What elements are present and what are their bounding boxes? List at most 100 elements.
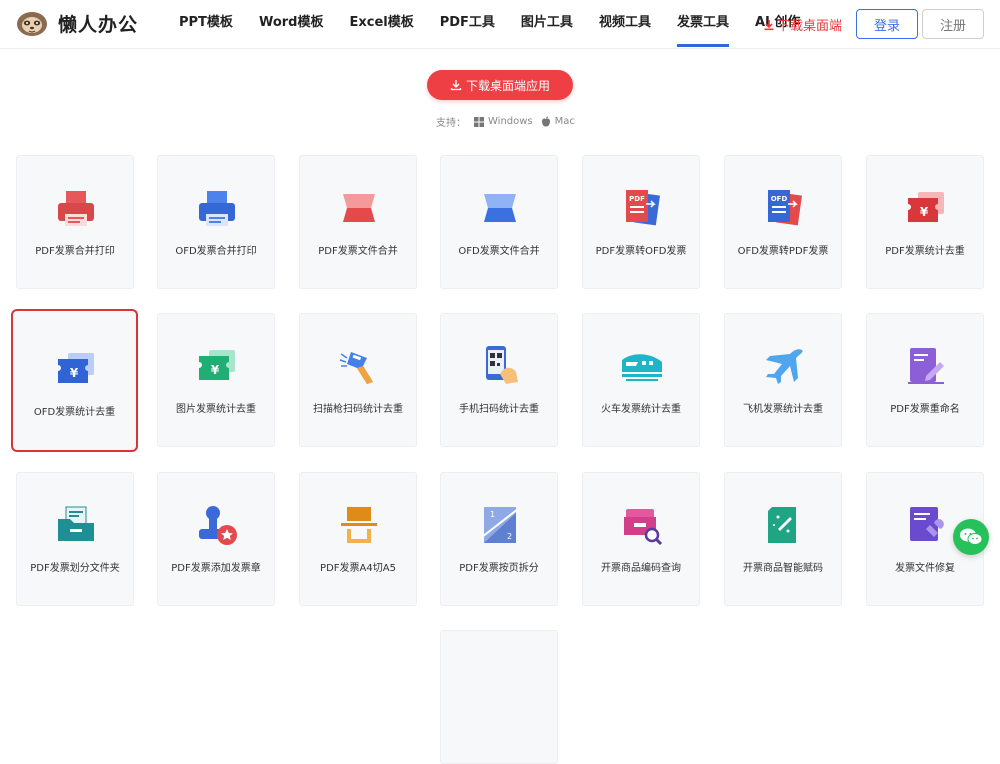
- nav-item-invoice-tools[interactable]: 发票工具: [664, 0, 742, 48]
- tool-label: OFD发票合并打印: [175, 246, 257, 257]
- a4-cut-a5-icon: [341, 507, 377, 543]
- svg-text:OFD: OFD: [771, 195, 788, 203]
- tool-label: PDF发票转OFD发票: [595, 246, 687, 257]
- download-app-button[interactable]: 下载桌面端应用: [427, 70, 573, 100]
- brand-logo[interactable]: 懒人办公: [14, 8, 138, 38]
- tool-card-pdf-to-ofd[interactable]: PDF PDF发票转OFD发票: [582, 155, 700, 289]
- tool-label: OFD发票转PDF发票: [737, 246, 829, 257]
- barcode-scanner-icon: [339, 352, 373, 384]
- tool-label: PDF发票重命名: [890, 404, 960, 415]
- folder-split-icon: [58, 506, 94, 541]
- tool-card-ofd-to-pdf[interactable]: OFD OFD发票转PDF发票: [724, 155, 842, 289]
- svg-text:¥: ¥: [211, 363, 220, 377]
- download-app-label: 下载桌面端应用: [465, 78, 550, 93]
- windows-icon: [474, 116, 484, 127]
- tool-label: 扫描枪扫码统计去重: [313, 404, 403, 415]
- download-desktop-link[interactable]: 下载桌面端: [763, 15, 842, 34]
- support-windows: Windows: [474, 116, 533, 127]
- green-invoice-dedupe-icon: ¥: [199, 350, 235, 380]
- apple-icon: [541, 116, 550, 127]
- rename-icon: [908, 348, 944, 384]
- tool-label: OFD发票统计去重: [33, 407, 116, 418]
- red-printer-icon: [58, 191, 94, 226]
- tool-card-page-split[interactable]: 1 2 PDF发票按页拆分: [440, 472, 558, 606]
- svg-text:¥: ¥: [70, 366, 79, 380]
- tool-label: PDF发票A4切A5: [320, 563, 396, 574]
- wechat-icon: [960, 528, 983, 545]
- tool-card-plane-dedupe[interactable]: 飞机发票统计去重: [724, 313, 842, 447]
- tool-label: 火车发票统计去重: [601, 404, 681, 415]
- blue-invoice-dedupe-icon: ¥: [58, 353, 94, 383]
- tool-label: PDF发票划分文件夹: [30, 563, 120, 574]
- top-header: 懒人办公 PPT模板 Word模板 Excel模板 PDF工具 图片工具 视频工…: [0, 0, 1000, 48]
- airplane-icon: [766, 349, 803, 384]
- tool-label: 手机扫码统计去重: [459, 404, 539, 415]
- nav-item-video-tools[interactable]: 视频工具: [586, 0, 664, 48]
- register-button[interactable]: 注册: [922, 9, 984, 39]
- tool-label: PDF发票添加发票章: [171, 563, 261, 574]
- tool-card-train-dedupe[interactable]: 火车发票统计去重: [582, 313, 700, 447]
- tool-label: PDF发票按页拆分: [459, 563, 539, 574]
- nav-item-ppt[interactable]: PPT模板: [166, 0, 246, 48]
- nav-item-image-tools[interactable]: 图片工具: [508, 0, 586, 48]
- nav-item-excel[interactable]: Excel模板: [336, 0, 426, 48]
- tool-label: PDF发票文件合并: [318, 246, 398, 257]
- file-repair-icon: [910, 507, 944, 541]
- tool-card-pdf-folder-split[interactable]: PDF发票划分文件夹: [16, 472, 134, 606]
- svg-text:2: 2: [507, 532, 512, 541]
- pdf-to-ofd-icon: PDF: [626, 190, 660, 226]
- tool-card-add-stamp[interactable]: PDF发票添加发票章: [157, 472, 275, 606]
- tool-card-ofd-dedupe[interactable]: ¥ OFD发票统计去重: [11, 309, 138, 452]
- download-desktop-label: 下载桌面端: [777, 19, 843, 34]
- tool-card-pdf-rename[interactable]: PDF发票重命名: [866, 313, 984, 447]
- red-invoice-dedupe-icon: ¥: [908, 192, 944, 222]
- svg-text:1: 1: [490, 510, 495, 519]
- platform-support: 支持： Windows Mac: [436, 114, 575, 129]
- blue-printer-icon: [199, 191, 235, 226]
- tool-label: PDF发票统计去重: [885, 246, 965, 257]
- tool-card-ofd-merge-print[interactable]: OFD发票合并打印: [157, 155, 275, 289]
- train-icon: [622, 354, 662, 381]
- nav-item-pdf-tools[interactable]: PDF工具: [427, 0, 508, 48]
- tool-label: 图片发票统计去重: [176, 404, 256, 415]
- tool-card-ofd-file-merge[interactable]: OFD发票文件合并: [440, 155, 558, 289]
- download-icon: [450, 80, 462, 91]
- tool-card-pdf-file-merge[interactable]: PDF发票文件合并: [299, 155, 417, 289]
- tool-label: OFD发票文件合并: [458, 246, 540, 257]
- nav-item-word[interactable]: Word模板: [246, 0, 337, 48]
- stamp-icon: [199, 506, 237, 545]
- support-windows-label: Windows: [488, 116, 533, 127]
- red-merge-icon: [343, 194, 375, 222]
- tool-label: 开票商品编码查询: [601, 563, 681, 574]
- ofd-to-pdf-icon: OFD: [768, 190, 802, 226]
- tool-card-a4-to-a5[interactable]: PDF发票A4切A5: [299, 472, 417, 606]
- tool-card-phone-scan-dedupe[interactable]: 手机扫码统计去重: [440, 313, 558, 447]
- svg-text:PDF: PDF: [629, 195, 645, 203]
- brand-name: 懒人办公: [58, 13, 139, 36]
- tool-card-image-dedupe[interactable]: ¥ 图片发票统计去重: [157, 313, 275, 447]
- header-divider: [0, 48, 1000, 49]
- login-button[interactable]: 登录: [856, 9, 918, 39]
- tool-label: PDF发票合并打印: [35, 246, 115, 257]
- svg-text:¥: ¥: [920, 205, 929, 219]
- tool-card-pdf-merge-print[interactable]: PDF发票合并打印: [16, 155, 134, 289]
- tool-card-code-search[interactable]: 开票商品编码查询: [582, 472, 700, 606]
- tool-label: 发票文件修复: [895, 563, 955, 574]
- support-label: 支持：: [436, 118, 466, 129]
- tool-card-scanner-dedupe[interactable]: 扫描枪扫码统计去重: [299, 313, 417, 447]
- tool-label: 飞机发票统计去重: [743, 404, 823, 415]
- download-icon: [764, 19, 774, 30]
- tool-card-partial[interactable]: [440, 630, 558, 764]
- support-mac-label: Mac: [554, 116, 575, 127]
- tool-card-smart-code[interactable]: 开票商品智能赋码: [724, 472, 842, 606]
- wechat-float-button[interactable]: [953, 519, 989, 555]
- smart-code-icon: [768, 507, 796, 543]
- sloth-logo-icon: [17, 12, 47, 36]
- tool-label: 开票商品智能赋码: [743, 563, 823, 574]
- code-search-icon: [624, 509, 663, 546]
- page-split-icon: 1 2: [481, 507, 519, 543]
- main-nav: PPT模板 Word模板 Excel模板 PDF工具 图片工具 视频工具 发票工…: [166, 0, 813, 48]
- tool-card-pdf-dedupe[interactable]: ¥ PDF发票统计去重: [866, 155, 984, 289]
- blue-merge-icon: [484, 194, 516, 222]
- phone-scan-icon: [486, 346, 518, 384]
